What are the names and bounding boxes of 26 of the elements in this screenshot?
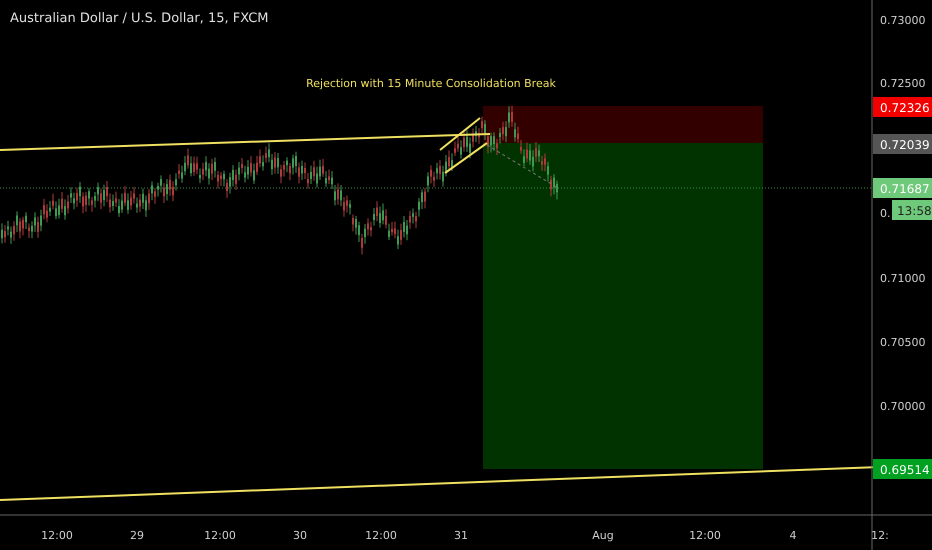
price-axis-label: 0. xyxy=(880,207,890,220)
trend-line xyxy=(486,144,558,188)
time-axis-label: 29 xyxy=(130,529,144,542)
time-axis-label: 30 xyxy=(293,529,307,542)
channel-line xyxy=(439,117,481,151)
price-axis-label: 0.73000 xyxy=(880,14,926,27)
price-axis-label: 0.70500 xyxy=(880,336,926,349)
time-axis-label: 12:00 xyxy=(365,529,397,542)
price-tag: 0.72039 xyxy=(873,134,932,154)
chart-title: Australian Dollar / U.S. Dollar, 15, FXCM xyxy=(10,11,268,26)
price-axis-label: 0.71000 xyxy=(880,272,926,285)
time-axis-label: 12:00 xyxy=(689,529,721,542)
time-axis-label: 12:00 xyxy=(41,529,73,542)
price-axis-label: 0.72500 xyxy=(880,77,926,90)
time-axis-label: 12: xyxy=(871,529,889,542)
price-tag: 0.69514 xyxy=(873,459,932,479)
price-tag: 0.72326 xyxy=(873,97,932,117)
time-axis-label: Aug xyxy=(592,529,614,542)
channel-line xyxy=(444,142,488,174)
chart-annotation: Rejection with 15 Minute Consolidation Break xyxy=(306,77,556,90)
time-axis-label: 12:00 xyxy=(204,529,236,542)
time-axis-label: 31 xyxy=(454,529,468,542)
price-axis-label: 0.70000 xyxy=(880,400,926,413)
time-axis-label: 4 xyxy=(790,529,796,542)
countdown-tag: 13:58 xyxy=(892,200,932,220)
price-tag: 0.71687 xyxy=(873,178,932,198)
